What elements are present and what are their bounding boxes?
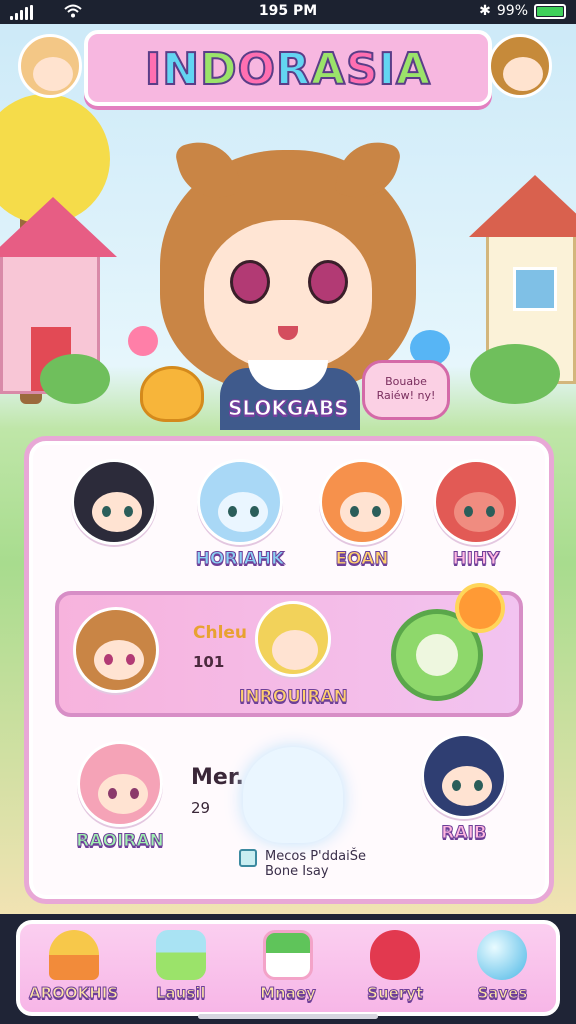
- character-card[interactable]: HORIAHK: [185, 459, 295, 570]
- drink-icon: [155, 930, 206, 980]
- title-banner: INDORASIA: [84, 30, 492, 106]
- character-avatar: [421, 733, 507, 819]
- speech-bubble: Bouabe Raiéw! ny!: [362, 360, 450, 420]
- info-number: 29: [191, 799, 211, 817]
- character-name: RAIB: [441, 823, 488, 844]
- character-avatar: [71, 459, 157, 545]
- heart-balloon-icon: [128, 326, 158, 356]
- battery-percent: 99%: [496, 3, 528, 19]
- strawberry-icon: [370, 930, 421, 980]
- hero-label: SLOKGABS: [227, 396, 349, 421]
- featured-avatar: [73, 607, 159, 693]
- matcha-icon: [262, 930, 313, 980]
- bottom-nav: AROOKHIS Lausil Mnaey Sueryt Saves: [0, 914, 576, 1024]
- note-line: Bone Isay: [265, 864, 329, 879]
- character-card[interactable]: HIHY: [421, 459, 531, 570]
- smiley-badge-icon[interactable]: [455, 583, 505, 633]
- nav-item-strawberry[interactable]: Sueryt: [347, 930, 443, 1003]
- bluetooth-icon: ✱: [479, 3, 491, 19]
- character-name: HORIAHK: [195, 549, 285, 570]
- featured-name: INROUIRAN: [239, 687, 349, 708]
- nav-item-drink[interactable]: Lausil: [133, 930, 229, 1003]
- character-avatar: [197, 459, 283, 545]
- battery-icon: [534, 3, 566, 19]
- avatar-top-left[interactable]: [18, 34, 82, 98]
- featured-title: Chleu: [193, 623, 248, 643]
- character-avatar: [319, 459, 405, 545]
- cake-icon: [48, 930, 99, 980]
- bush: [470, 344, 560, 404]
- character-card[interactable]: EOAN: [307, 459, 417, 570]
- character-card[interactable]: RAIB: [409, 733, 519, 844]
- character-name: HIHY: [452, 549, 500, 570]
- note[interactable]: Mecos P'ddaiŠe Bone Isay: [239, 849, 366, 879]
- nav-item-cake[interactable]: AROOKHIS: [26, 930, 122, 1003]
- featured-avatar-2: [255, 601, 331, 677]
- character-panel: . HORIAHK EOAN HIHY Chleu 101 INROUIRAN …: [24, 436, 554, 904]
- character-card[interactable]: .: [59, 459, 169, 569]
- app-title: INDORASIA: [144, 43, 432, 96]
- character-avatar: [77, 741, 163, 827]
- character-avatar: [433, 459, 519, 545]
- note-line: Mecos P'ddaiŠe: [265, 849, 366, 864]
- avatar-top-right[interactable]: [488, 34, 552, 98]
- character-name: RAOIRAN: [76, 831, 164, 852]
- character-card[interactable]: RAOIRAN: [65, 741, 175, 852]
- featured-card[interactable]: Chleu 101 INROUIRAN: [55, 583, 523, 717]
- ghost-creature: [243, 747, 343, 843]
- nav-item-matcha[interactable]: Mnaey: [240, 930, 336, 1003]
- character-name: EOAN: [335, 549, 389, 570]
- home-indicator[interactable]: [198, 1014, 378, 1019]
- featured-number: 101: [193, 653, 225, 671]
- bush: [40, 354, 110, 404]
- orb-icon: [477, 930, 528, 980]
- nav-item-saves[interactable]: Saves: [454, 930, 550, 1003]
- checkbox-icon[interactable]: [239, 849, 257, 867]
- status-bar: 195 PM ✱ 99%: [0, 0, 576, 24]
